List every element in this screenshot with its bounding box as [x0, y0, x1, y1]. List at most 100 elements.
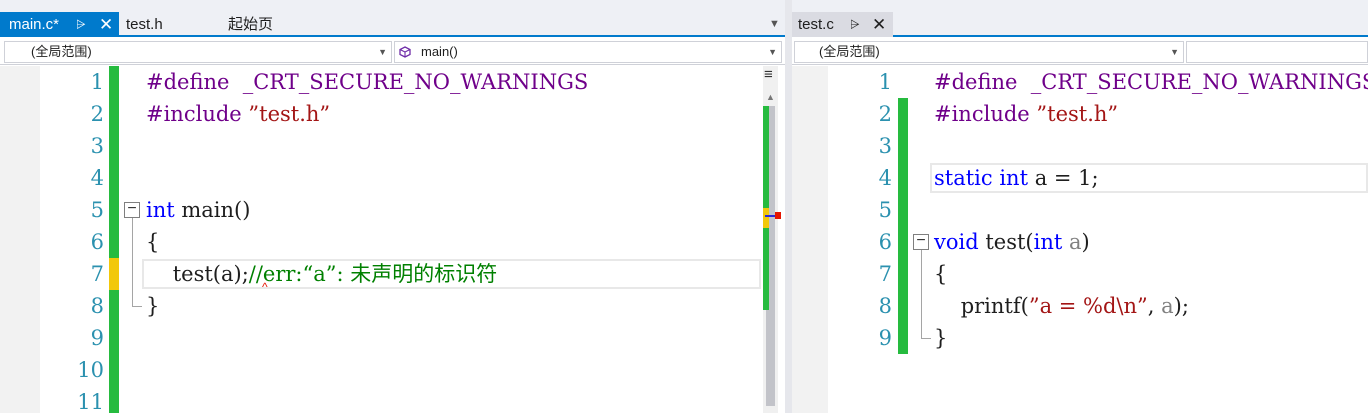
line-number: 4 — [878, 166, 892, 190]
code-line: 8 printf(”a = %d\n”, a); — [792, 290, 1368, 322]
member-value: main() — [421, 44, 458, 59]
code-token: void — [934, 230, 979, 254]
split-view-icon[interactable]: ≡ — [764, 66, 773, 83]
code-token: test( — [978, 230, 1034, 254]
line-number: 6 — [878, 230, 892, 254]
code-text: test(a);//err:“a”: 未声明的标识符 — [146, 258, 498, 290]
code-token: int — [146, 198, 175, 222]
navigation-bar: (全局范围) ▼ main() ▼ — [0, 39, 785, 65]
line-number: 6 — [90, 230, 104, 254]
collapse-icon[interactable]: − — [913, 233, 929, 250]
pin-icon[interactable]: ⩥ — [850, 12, 860, 37]
collapse-icon[interactable]: − — [124, 201, 140, 218]
member-dropdown[interactable]: main() ▼ — [394, 41, 782, 63]
code-editor[interactable]: 1 #define _CRT_SECURE_NO_WARNINGS 2 #includ… — [0, 66, 785, 413]
line-number: 10 — [77, 358, 104, 382]
code-token: test(a); — [146, 262, 249, 286]
code-text: printf(”a = %d\n”, a); — [934, 290, 1189, 322]
code-text: } — [934, 322, 947, 354]
line-number: 8 — [90, 294, 104, 318]
change-indicator — [109, 162, 119, 194]
scope-dropdown[interactable]: (全局范围) ▼ — [794, 41, 1184, 63]
code-token: ”a = %d\n” — [1028, 294, 1148, 318]
line-number: 9 — [878, 326, 892, 350]
line-number: 1 — [878, 70, 892, 94]
code-token: ”test.h” — [1036, 102, 1119, 126]
change-indicator — [109, 322, 119, 354]
code-token: #define — [934, 70, 1018, 94]
code-token: ) — [1081, 230, 1090, 254]
code-token: { — [146, 230, 160, 254]
pin-icon[interactable]: ⩥ — [76, 12, 86, 37]
scope-dropdown[interactable]: (全局范围) ▼ — [4, 41, 392, 63]
tab-test-c[interactable]: test.c ⩥ ✕ — [792, 12, 893, 37]
tab-start-page[interactable]: 起始页 — [221, 12, 311, 37]
code-line: 1 #define _CRT_SECURE_NO_WARNINGS — [792, 66, 1368, 98]
scroll-up-icon[interactable]: ▲ — [766, 92, 775, 102]
code-token: #define — [146, 70, 230, 94]
line-number: 2 — [90, 102, 104, 126]
code-line: 7 test(a);//err:“a”: 未声明的标识符 — [0, 258, 785, 290]
change-indicator — [898, 194, 908, 226]
code-line: 5 int main() — [0, 194, 785, 226]
code-token: int — [999, 166, 1029, 190]
code-token: _CRT_SECURE_NO_WARNINGS — [229, 70, 589, 94]
code-line: 9} — [792, 322, 1368, 354]
line-number: 1 — [90, 70, 104, 94]
fold-guide-end — [132, 306, 142, 307]
code-token: ); — [1173, 294, 1189, 318]
code-line: 9 — [0, 322, 785, 354]
code-text: { — [146, 226, 159, 258]
code-text: #define _CRT_SECURE_NO_WARNINGS — [146, 66, 588, 98]
tab-label: 起始页 — [228, 16, 274, 33]
line-number: 3 — [90, 134, 104, 158]
fold-guide-end — [921, 338, 931, 339]
code-line: 1 #define _CRT_SECURE_NO_WARNINGS — [0, 66, 785, 98]
tab-test-h[interactable]: test.h — [119, 12, 219, 37]
change-indicator — [109, 226, 119, 258]
change-indicator — [898, 98, 908, 130]
code-line: 8} — [0, 290, 785, 322]
code-line: 3 — [0, 130, 785, 162]
chevron-down-icon[interactable]: ▼ — [769, 18, 780, 30]
line-number: 4 — [90, 166, 104, 190]
code-token: a = 1; — [1028, 166, 1099, 190]
code-line: 6{ — [0, 226, 785, 258]
change-indicator — [109, 258, 119, 290]
line-number: 9 — [90, 326, 104, 350]
change-indicator — [109, 98, 119, 130]
vertical-scrollbar[interactable]: ≡ ▲ — [763, 66, 781, 413]
code-token: a — [1161, 294, 1174, 318]
tab-label: test.c — [798, 16, 834, 33]
change-indicator — [109, 66, 119, 98]
change-indicator — [109, 290, 119, 322]
code-line: 6 void test(int a) — [792, 226, 1368, 258]
code-editor[interactable]: 1 #define _CRT_SECURE_NO_WARNINGS 2 #includ… — [792, 66, 1368, 413]
code-token: } — [934, 326, 948, 350]
change-indicator — [109, 354, 119, 386]
code-token: #include — [146, 102, 242, 126]
chevron-down-icon: ▼ — [378, 47, 387, 57]
tab-main-c[interactable]: main.c* ⩥ ✕ — [0, 12, 119, 37]
error-squiggle: ^ — [262, 280, 268, 294]
scope-value: (全局范围) — [819, 44, 880, 59]
change-map-green — [763, 106, 769, 208]
code-line: 11 — [0, 386, 785, 413]
tab-label: main.c* — [9, 16, 60, 33]
close-icon[interactable]: ✕ — [872, 12, 886, 37]
change-indicator — [898, 290, 908, 322]
fold-guide — [921, 250, 922, 338]
method-cube-icon — [399, 46, 411, 58]
pane-splitter[interactable] — [785, 0, 792, 413]
line-number: 11 — [77, 390, 104, 413]
close-icon[interactable]: ✕ — [99, 12, 113, 37]
code-line: 7{ — [792, 258, 1368, 290]
code-line: 5 — [792, 194, 1368, 226]
code-text: { — [934, 258, 947, 290]
code-line: 4 — [0, 162, 785, 194]
tab-label: test.h — [126, 16, 163, 33]
line-number: 3 — [878, 134, 892, 158]
change-indicator — [898, 130, 908, 162]
member-dropdown[interactable] — [1186, 41, 1368, 63]
left-editor-pane: main.c* ⩥ ✕ test.h 起始页 ▼ (全局范围) ▼ main()… — [0, 0, 785, 413]
